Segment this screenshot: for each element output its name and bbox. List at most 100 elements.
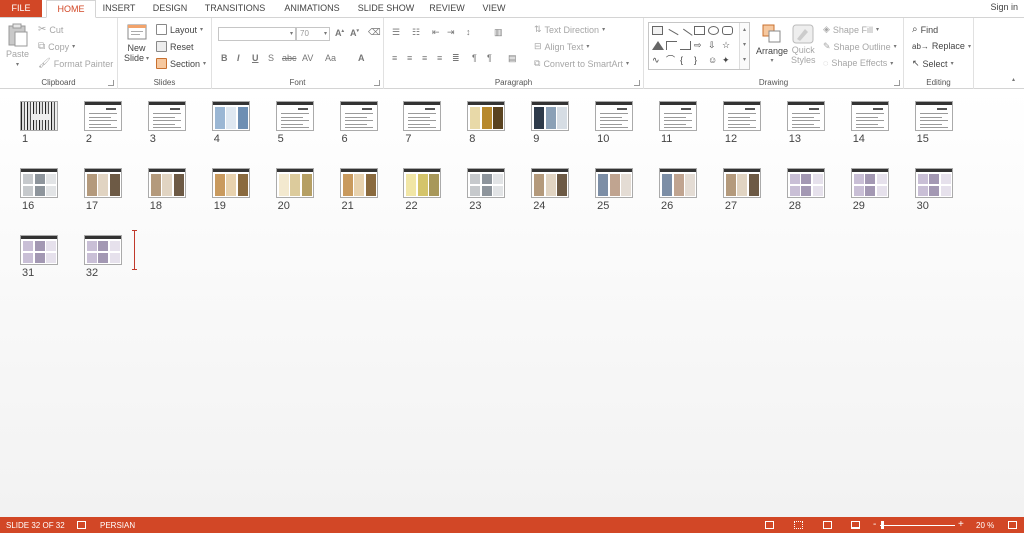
slide-thumbnail-4[interactable]: 4 xyxy=(211,101,251,145)
slide-thumbnail-22[interactable]: 22 xyxy=(403,168,442,212)
slide-thumbnail-26[interactable]: 26 xyxy=(659,168,698,212)
slide-thumbnail-16[interactable]: 16 xyxy=(20,168,59,212)
slide-thumbnail-23[interactable]: 23 xyxy=(467,168,506,212)
shape-outline-button[interactable]: ✎ Shape Outline ▾ xyxy=(823,41,897,52)
underline-icon[interactable]: U xyxy=(252,53,259,63)
convert-smartart-button[interactable]: ⧉ Convert to SmartArt ▾ xyxy=(534,58,629,69)
shape-star-icon[interactable]: ☆ xyxy=(722,41,733,50)
zoom-slider-handle[interactable] xyxy=(881,521,884,529)
drawing-launcher-icon[interactable] xyxy=(894,80,900,86)
slide-thumbnail-12[interactable]: 12 xyxy=(722,101,762,145)
cut-button[interactable]: ✂ Cut xyxy=(38,24,63,35)
bold-icon[interactable]: B xyxy=(221,53,228,63)
slide-thumbnail-15[interactable]: 15 xyxy=(914,101,954,145)
tab-design[interactable]: DESIGN xyxy=(148,0,192,18)
tab-view[interactable]: VIEW xyxy=(476,0,512,18)
slide-thumbnail-28[interactable]: 28 xyxy=(786,168,826,212)
character-spacing-icon[interactable]: AV xyxy=(302,53,313,63)
shape-fill-button[interactable]: ◈ Shape Fill ▾ xyxy=(823,24,879,35)
shape-textbox-icon[interactable] xyxy=(652,26,663,35)
shape-connector-icon[interactable] xyxy=(680,41,691,50)
clear-formatting-icon[interactable]: ⌫ xyxy=(368,27,381,38)
copy-button[interactable]: ⧉ Copy ▾ xyxy=(38,41,75,52)
shape-brace-right-icon[interactable]: } xyxy=(694,56,705,65)
decrease-indent-icon[interactable]: ⇤ xyxy=(432,27,440,38)
section-button[interactable]: Section ▾ xyxy=(156,58,206,69)
find-button[interactable]: ⌕ Find xyxy=(912,24,938,35)
slide-thumbnail-8[interactable]: 8 xyxy=(467,101,506,145)
slide-thumbnail-1[interactable]: 1 xyxy=(20,101,59,145)
font-size-combo[interactable]: 70 ▾ xyxy=(296,27,330,41)
slide-thumbnail-18[interactable]: 18 xyxy=(147,168,187,212)
right-to-left-icon[interactable]: ¶ xyxy=(487,53,492,63)
slide-thumbnail-30[interactable]: 30 xyxy=(914,168,954,212)
font-color-icon[interactable]: A xyxy=(358,53,365,63)
slide-thumbnail-17[interactable]: 17 xyxy=(83,168,123,212)
increase-indent-icon[interactable]: ⇥ xyxy=(447,27,455,38)
shape-triangle-icon[interactable] xyxy=(652,41,664,50)
shape-smiley-icon[interactable]: ☺ xyxy=(708,56,719,65)
slide-thumbnail-32[interactable]: 32 xyxy=(83,235,123,279)
slide-thumbnail-6[interactable]: 6 xyxy=(339,101,379,145)
tab-insert[interactable]: INSERT xyxy=(98,0,140,18)
sign-in-link[interactable]: Sign in xyxy=(990,2,1018,12)
slide-sorter-view-icon[interactable] xyxy=(794,521,803,529)
text-direction-button[interactable]: ⇅ Text Direction ▾ xyxy=(534,24,605,35)
zoom-slider-track[interactable] xyxy=(880,525,955,526)
shape-down-arrow-icon[interactable]: ⇩ xyxy=(708,41,719,50)
tab-home[interactable]: HOME xyxy=(46,0,96,18)
font-launcher-icon[interactable] xyxy=(374,80,380,86)
reading-view-icon[interactable] xyxy=(823,521,832,529)
new-slide-button[interactable]: New Slide ▾ xyxy=(124,23,149,63)
align-text-button[interactable]: ⊟ Align Text ▾ xyxy=(534,41,589,52)
slide-thumbnail-10[interactable]: 10 xyxy=(595,101,634,145)
slide-thumbnail-2[interactable]: 2 xyxy=(83,101,123,145)
shape-effects-button[interactable]: ◌ Shape Effects ▾ xyxy=(823,58,893,68)
shapes-gallery-scroll[interactable]: ▴ ▾ ▾ xyxy=(739,23,749,69)
text-shadow-icon[interactable]: S xyxy=(268,53,274,63)
slide-thumbnail-27[interactable]: 27 xyxy=(722,168,762,212)
change-case-icon[interactable]: Aa xyxy=(325,53,336,63)
slide-show-view-icon[interactable] xyxy=(851,521,860,529)
tab-review[interactable]: REVIEW xyxy=(426,0,468,18)
clipboard-launcher-icon[interactable] xyxy=(108,80,114,86)
shape-freeform-icon[interactable]: ⌒ xyxy=(666,56,677,65)
columns-2-icon[interactable]: ▤ xyxy=(508,53,517,64)
tab-slide-show[interactable]: SLIDE SHOW xyxy=(354,0,418,18)
paragraph-launcher-icon[interactable] xyxy=(634,80,640,86)
reset-button[interactable]: Reset xyxy=(156,41,194,52)
spell-check-icon[interactable] xyxy=(77,521,86,529)
slide-thumbnail-5[interactable]: 5 xyxy=(275,101,315,145)
slide-thumbnail-20[interactable]: 20 xyxy=(275,168,315,212)
slide-thumbnail-24[interactable]: 24 xyxy=(531,168,570,212)
shape-rectangle-icon[interactable] xyxy=(694,26,705,35)
justify-icon[interactable]: ≡ xyxy=(437,53,442,63)
zoom-in-button[interactable]: + xyxy=(958,519,964,530)
slide-thumbnail-29[interactable]: 29 xyxy=(850,168,890,212)
zoom-out-button[interactable]: - xyxy=(873,519,876,530)
grow-font-icon[interactable]: A▴ xyxy=(335,28,344,38)
italic-icon[interactable]: I xyxy=(237,53,240,63)
slide-thumbnail-31[interactable]: 31 xyxy=(20,235,59,279)
replace-button[interactable]: ab→ Replace ▾ xyxy=(912,41,971,51)
align-left-icon[interactable]: ≡ xyxy=(392,53,397,63)
shape-curve-icon[interactable]: ∿ xyxy=(652,56,663,65)
select-button[interactable]: ↖ Select ▾ xyxy=(912,58,954,69)
font-name-combo[interactable]: ▾ xyxy=(218,27,296,41)
left-to-right-icon[interactable]: ¶ xyxy=(472,53,477,63)
slide-thumbnail-7[interactable]: 7 xyxy=(403,101,442,145)
language-indicator[interactable]: PERSIAN xyxy=(100,521,135,530)
quick-styles-button[interactable]: Quick Styles xyxy=(791,23,816,65)
slide-thumbnail-14[interactable]: 14 xyxy=(850,101,890,145)
shape-oval-icon[interactable] xyxy=(708,26,719,35)
format-painter-button[interactable]: 🖌 Format Painter xyxy=(38,58,113,69)
slide-thumbnail-25[interactable]: 25 xyxy=(595,168,634,212)
shape-rounded-rect-icon[interactable] xyxy=(722,26,733,35)
shape-brace-icon[interactable]: { xyxy=(680,56,691,65)
paste-button[interactable]: Paste ▾ xyxy=(6,23,29,68)
slide-thumbnail-9[interactable]: 9 xyxy=(531,101,570,145)
zoom-level[interactable]: 20 % xyxy=(976,521,994,530)
shape-elbow-icon[interactable] xyxy=(666,41,677,50)
align-center-icon[interactable]: ≡ xyxy=(407,53,412,63)
layout-button[interactable]: Layout ▾ xyxy=(156,24,203,35)
